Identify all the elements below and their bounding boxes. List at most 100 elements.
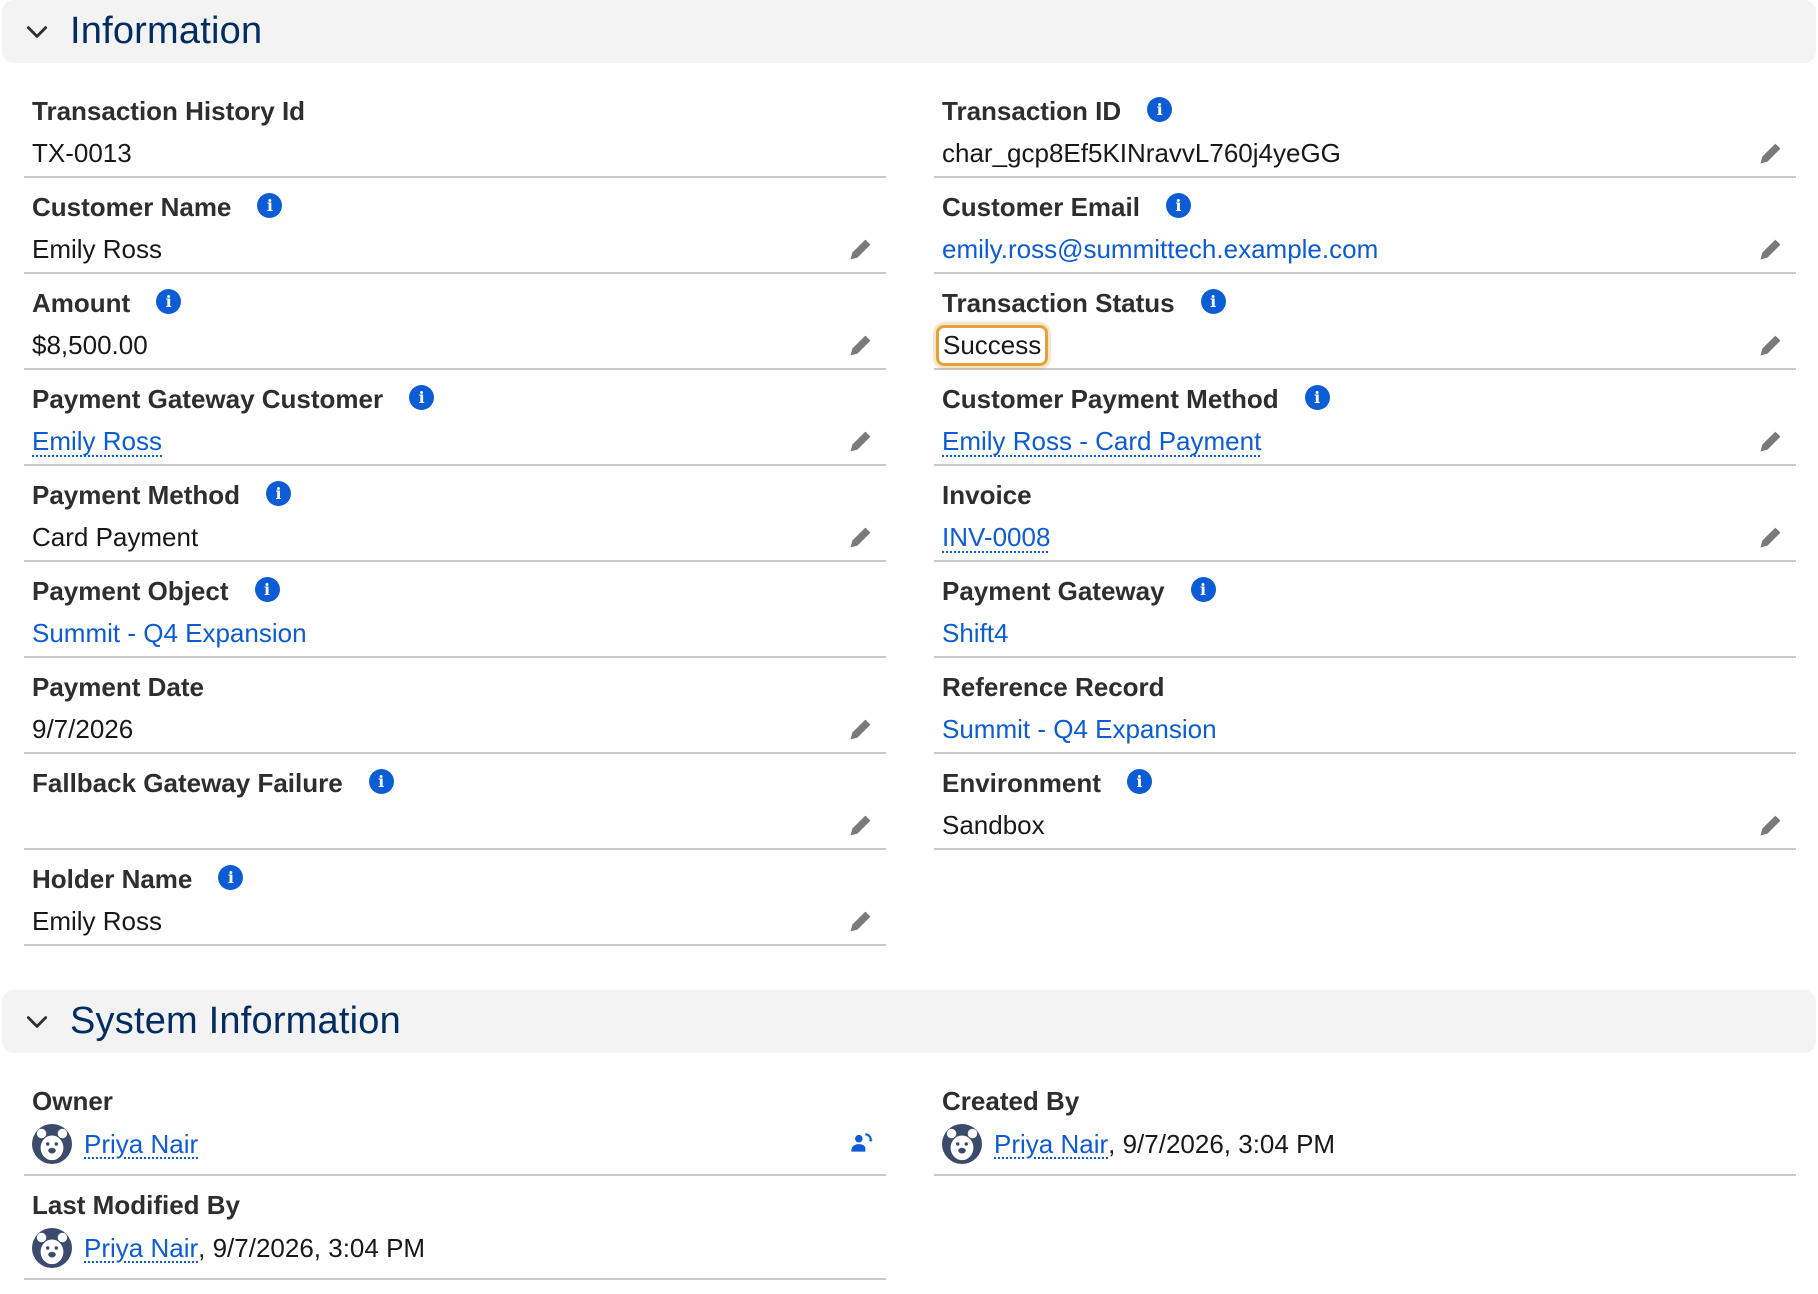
- field-transaction-history-id: Transaction History Id TX-0013: [24, 82, 886, 178]
- change-owner-icon[interactable]: [846, 1128, 876, 1158]
- user-avatar-icon: [942, 1124, 982, 1164]
- pencil-icon[interactable]: [1756, 522, 1786, 552]
- last-modified-by-value: Priya Nair , 9/7/2026, 3:04 PM: [32, 1228, 425, 1268]
- pencil-icon[interactable]: [1756, 138, 1786, 168]
- field-value: Emily Ross: [32, 906, 163, 936]
- section-header-information[interactable]: Information: [2, 0, 1816, 63]
- pencil-icon[interactable]: [846, 522, 876, 552]
- invoice-link[interactable]: INV-0008: [942, 522, 1050, 553]
- field-transaction-status: Transaction Status i Success: [934, 274, 1796, 370]
- field-payment-method: Payment Method i Card Payment: [24, 466, 886, 562]
- user-avatar-icon: [32, 1124, 72, 1164]
- created-by-user-link[interactable]: Priya Nair: [994, 1129, 1108, 1160]
- field-label: Holder Name i: [32, 864, 244, 895]
- field-customer-payment-method: Customer Payment Method i Emily Ross - Ca…: [934, 370, 1796, 466]
- owner-value: Priya Nair: [32, 1124, 198, 1164]
- field-payment-gateway-customer: Payment Gateway Customer i Emily Ross: [24, 370, 886, 466]
- field-value: 9/7/2026: [32, 714, 134, 744]
- field-created-by: Created By Priya Nair , 9/7/2026, 3:04 P…: [934, 1072, 1796, 1176]
- pencil-icon[interactable]: [1756, 234, 1786, 264]
- chevron-down-icon[interactable]: [22, 1007, 52, 1037]
- field-customer-email: Customer Email i emily.ross@summittech.ex…: [934, 178, 1796, 274]
- section-title: System Information: [70, 1000, 401, 1042]
- chevron-down-icon[interactable]: [22, 17, 52, 47]
- field-payment-date: Payment Date 9/7/2026: [24, 658, 886, 754]
- field-payment-gateway: Payment Gateway i Shift4: [934, 562, 1796, 658]
- field-label: Payment Date: [32, 672, 204, 702]
- pencil-icon[interactable]: [846, 714, 876, 744]
- field-label: Environment i: [942, 768, 1152, 799]
- pencil-icon[interactable]: [846, 810, 876, 840]
- field-value: char_gcp8Ef5KINravvL760j4yeGG: [942, 138, 1341, 168]
- info-icon[interactable]: i: [257, 193, 283, 218]
- payment-gateway-customer-link[interactable]: Emily Ross: [32, 426, 162, 457]
- field-environment: Environment i Sandbox: [934, 754, 1796, 850]
- info-icon[interactable]: i: [218, 865, 244, 890]
- info-icon[interactable]: i: [409, 385, 435, 410]
- section-header-system-information[interactable]: System Information: [2, 990, 1816, 1053]
- field-value: Emily Ross: [32, 234, 163, 264]
- field-label: Last Modified By: [32, 1190, 241, 1220]
- field-label: Amount i: [32, 288, 182, 319]
- field-value: $8,500.00: [32, 330, 148, 360]
- field-label: Created By: [942, 1086, 1080, 1116]
- field-fallback-gateway-failure: Fallback Gateway Failure i: [24, 754, 886, 850]
- field-last-modified-by: Last Modified By Priya Nair , 9/7/2026, …: [24, 1176, 886, 1280]
- field-label: Reference Record: [942, 672, 1165, 702]
- field-label: Transaction History Id: [32, 96, 306, 126]
- field-label: Customer Name i: [32, 192, 283, 223]
- field-label: Payment Method i: [32, 480, 292, 511]
- pencil-icon[interactable]: [846, 330, 876, 360]
- pencil-icon[interactable]: [846, 906, 876, 936]
- info-icon[interactable]: i: [1190, 577, 1216, 602]
- field-invoice: Invoice INV-0008: [934, 466, 1796, 562]
- status-value-focused[interactable]: Success: [936, 325, 1049, 366]
- field-label: Payment Gateway i: [942, 576, 1216, 607]
- pencil-icon[interactable]: [846, 234, 876, 264]
- pencil-icon[interactable]: [1756, 426, 1786, 456]
- user-avatar-icon: [32, 1228, 72, 1268]
- info-icon[interactable]: i: [156, 289, 182, 314]
- payment-gateway-link[interactable]: Shift4: [942, 618, 1009, 649]
- field-payment-object: Payment Object i Summit - Q4 Expansion: [24, 562, 886, 658]
- info-icon[interactable]: i: [1126, 769, 1152, 794]
- field-label: Transaction Status i: [942, 288, 1226, 319]
- info-icon[interactable]: i: [1200, 289, 1226, 314]
- customer-payment-method-link[interactable]: Emily Ross - Card Payment: [942, 426, 1261, 457]
- pencil-icon[interactable]: [846, 426, 876, 456]
- customer-email-link[interactable]: emily.ross@summittech.example.com: [942, 234, 1378, 265]
- section-title: Information: [70, 10, 263, 52]
- field-label: Payment Object i: [32, 576, 280, 607]
- field-value: TX-0013: [32, 138, 132, 168]
- field-label: Fallback Gateway Failure i: [32, 768, 394, 799]
- owner-user-link[interactable]: Priya Nair: [84, 1129, 198, 1160]
- created-timestamp: , 9/7/2026, 3:04 PM: [1108, 1128, 1336, 1159]
- field-amount: Amount i $8,500.00: [24, 274, 886, 370]
- field-label: Transaction ID i: [942, 96, 1173, 127]
- field-label: Owner: [32, 1086, 113, 1116]
- field-transaction-id: Transaction ID i char_gcp8Ef5KINravvL760j…: [934, 82, 1796, 178]
- field-owner: Owner Priya Nair: [24, 1072, 886, 1176]
- payment-object-link[interactable]: Summit - Q4 Expansion: [32, 618, 307, 649]
- field-holder-name: Holder Name i Emily Ross: [24, 850, 886, 946]
- info-icon[interactable]: i: [368, 769, 394, 794]
- reference-record-link[interactable]: Summit - Q4 Expansion: [942, 714, 1217, 745]
- pencil-icon[interactable]: [1756, 810, 1786, 840]
- created-by-value: Priya Nair , 9/7/2026, 3:04 PM: [942, 1124, 1335, 1164]
- field-value: Card Payment: [32, 522, 199, 552]
- info-icon[interactable]: i: [1304, 385, 1330, 410]
- info-icon[interactable]: i: [1147, 97, 1173, 122]
- field-label: Customer Email i: [942, 192, 1191, 223]
- pencil-icon[interactable]: [1756, 330, 1786, 360]
- field-reference-record: Reference Record Summit - Q4 Expansion: [934, 658, 1796, 754]
- field-value: Sandbox: [942, 810, 1045, 840]
- info-icon[interactable]: i: [266, 481, 292, 506]
- last-modified-by-user-link[interactable]: Priya Nair: [84, 1233, 198, 1264]
- info-icon[interactable]: i: [1165, 193, 1191, 218]
- field-label: Payment Gateway Customer i: [32, 384, 435, 415]
- field-value: Success: [936, 325, 1049, 366]
- last-modified-timestamp: , 9/7/2026, 3:04 PM: [198, 1232, 426, 1263]
- field-customer-name: Customer Name i Emily Ross: [24, 178, 886, 274]
- field-label: Invoice: [942, 480, 1032, 510]
- info-icon[interactable]: i: [254, 577, 280, 602]
